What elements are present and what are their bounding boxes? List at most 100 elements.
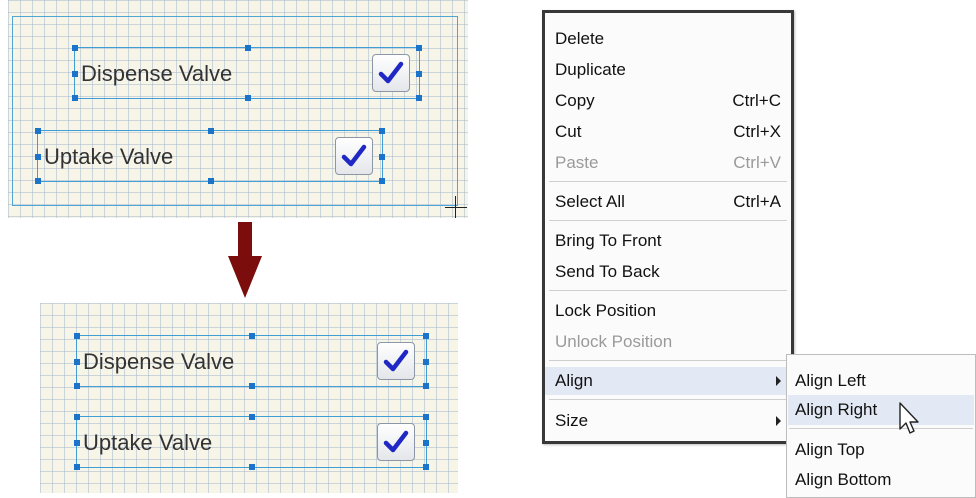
menu-item-copy[interactable]: Copy Ctrl+C (545, 87, 791, 115)
widget-label: Uptake Valve (83, 430, 213, 455)
menu-separator (789, 428, 973, 429)
checkmark-icon (378, 61, 404, 84)
resize-handle[interactable] (379, 178, 385, 184)
resize-handle[interactable] (74, 464, 80, 470)
checkbox-widget-uptake-valve[interactable]: Uptake Valve (74, 414, 429, 470)
resize-handle[interactable] (74, 440, 80, 446)
widget-label: Uptake Valve (44, 144, 174, 169)
resize-handle[interactable] (416, 71, 422, 77)
menu-separator (549, 220, 787, 221)
resize-handle[interactable] (416, 45, 422, 51)
checkbox-widget-dispense-valve[interactable]: Dispense Valve (72, 45, 422, 101)
menu-item-label: Duplicate (555, 60, 626, 79)
checkbox-widget-dispense-valve[interactable]: Dispense Valve (74, 333, 429, 389)
checkbox[interactable] (377, 342, 415, 380)
checkbox[interactable] (372, 54, 410, 92)
widget-label: Dispense Valve (81, 61, 233, 86)
resize-handle[interactable] (35, 128, 41, 134)
menu-item-shortcut: Ctrl+V (733, 153, 781, 172)
resize-handle[interactable] (72, 45, 78, 51)
submenu-item-align-bottom[interactable]: Align Bottom (788, 465, 974, 495)
arrow-head (228, 256, 262, 298)
checkbox-widget-uptake-valve[interactable]: Uptake Valve (35, 128, 385, 184)
crosshair-cursor-h (445, 207, 467, 208)
menu-item-bring-to-front[interactable]: Bring To Front (545, 227, 791, 255)
submenu-item-label: Align Right (795, 400, 878, 419)
checkmark-icon (383, 349, 409, 372)
submenu-item-label: Align Left (795, 371, 866, 390)
resize-handle[interactable] (423, 414, 429, 420)
menu-item-shortcut: Ctrl+X (733, 122, 781, 141)
menu-separator (549, 181, 787, 182)
menu-item-label: Bring To Front (555, 231, 662, 250)
submenu-item-align-left[interactable]: Align Left (788, 366, 974, 396)
checkbox[interactable] (377, 423, 415, 461)
menu-item-label: Size (555, 411, 589, 430)
menu-item-shortcut: Ctrl+C (732, 91, 781, 110)
menu-separator (549, 290, 787, 291)
design-canvas-after[interactable]: Dispense Valve Uptake Valve (40, 303, 458, 493)
resize-handle[interactable] (416, 95, 422, 101)
resize-handle[interactable] (423, 440, 429, 446)
widget-label: Dispense Valve (83, 349, 235, 374)
resize-handle[interactable] (249, 333, 255, 339)
resize-handle[interactable] (423, 359, 429, 365)
menu-item-duplicate[interactable]: Duplicate (545, 56, 791, 84)
mouse-pointer-icon (899, 402, 919, 434)
resize-handle[interactable] (74, 359, 80, 365)
down-arrow-icon (228, 222, 262, 298)
resize-handle[interactable] (74, 383, 80, 389)
menu-item-label: Delete (555, 29, 605, 48)
resize-handle[interactable] (423, 464, 429, 470)
menu-item-lock-position[interactable]: Lock Position (545, 297, 791, 325)
submenu-item-align-top[interactable]: Align Top (788, 435, 974, 465)
resize-handle[interactable] (249, 383, 255, 389)
menu-item-send-to-back[interactable]: Send To Back (545, 258, 791, 286)
menu-item-align[interactable]: Align (545, 367, 791, 395)
checkmark-icon (383, 430, 409, 453)
design-canvas-before[interactable]: Dispense Valve Uptake Valve (8, 0, 468, 218)
submenu-arrow-icon (776, 376, 781, 386)
menu-item-size[interactable]: Size (545, 407, 791, 435)
resize-handle[interactable] (245, 95, 251, 101)
menu-item-paste[interactable]: Paste Ctrl+V (545, 149, 791, 177)
menu-item-label: Cut (555, 122, 582, 141)
menu-separator (549, 399, 787, 400)
resize-handle[interactable] (208, 128, 214, 134)
resize-handle[interactable] (379, 128, 385, 134)
menu-item-unlock-position[interactable]: Unlock Position (545, 328, 791, 356)
resize-handle[interactable] (74, 414, 80, 420)
resize-handle[interactable] (72, 71, 78, 77)
resize-handle[interactable] (35, 154, 41, 160)
menu-item-label: Unlock Position (555, 332, 673, 351)
menu-item-label: Paste (555, 153, 599, 172)
menu-item-select-all[interactable]: Select All Ctrl+A (545, 188, 791, 216)
menu-item-label: Send To Back (555, 262, 660, 281)
context-menu: Delete Duplicate Copy Ctrl+C Cut Ctrl+X … (542, 10, 794, 444)
menu-separator (549, 360, 787, 361)
submenu-item-align-right[interactable]: Align Right (788, 395, 974, 425)
resize-handle[interactable] (72, 95, 78, 101)
resize-handle[interactable] (74, 333, 80, 339)
menu-item-delete[interactable]: Delete (545, 25, 791, 53)
menu-item-label: Align (555, 371, 593, 390)
resize-handle[interactable] (245, 45, 251, 51)
resize-handle[interactable] (379, 154, 385, 160)
resize-handle[interactable] (423, 383, 429, 389)
checkbox[interactable] (335, 137, 373, 175)
resize-handle[interactable] (423, 333, 429, 339)
submenu-arrow-icon (776, 416, 781, 426)
menu-item-shortcut: Ctrl+A (733, 192, 781, 211)
menu-item-label: Lock Position (555, 301, 657, 320)
crosshair-cursor-v (455, 196, 456, 218)
menu-item-cut[interactable]: Cut Ctrl+X (545, 118, 791, 146)
menu-item-label: Select All (555, 192, 625, 211)
resize-handle[interactable] (35, 178, 41, 184)
submenu-item-label: Align Top (795, 440, 865, 459)
menu-item-label: Copy (555, 91, 595, 110)
resize-handle[interactable] (249, 464, 255, 470)
align-submenu: Align Left Align Right Align Top Align B… (786, 354, 976, 498)
resize-handle[interactable] (208, 178, 214, 184)
resize-handle[interactable] (249, 414, 255, 420)
submenu-item-label: Align Bottom (795, 470, 892, 489)
